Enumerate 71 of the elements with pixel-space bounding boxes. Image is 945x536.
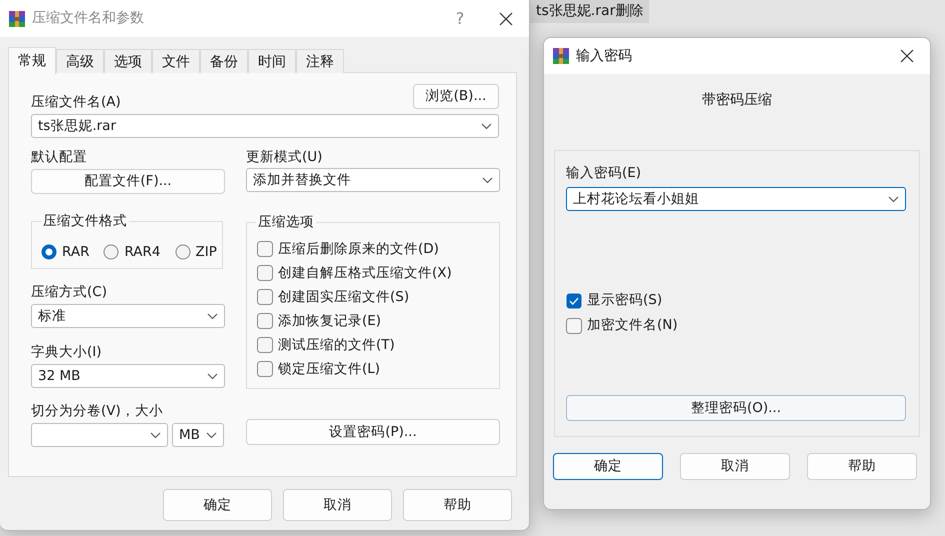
tab[interactable]: 选项 (104, 49, 152, 73)
group-title: 压缩文件格式 (41, 212, 129, 230)
dialog-button[interactable]: 确定 (553, 453, 663, 480)
field-label: 字典大小(I) (31, 344, 103, 361)
tab[interactable]: 注释 (296, 49, 344, 73)
checkbox-label: 加密文件名(N) (587, 317, 678, 334)
chevron-down-icon (206, 432, 217, 438)
window-title: 输入密码 (576, 46, 632, 66)
file-name-label: ts张思妮.rar删除 (530, 0, 650, 23)
help-button[interactable]: ? (437, 6, 483, 30)
checkbox[interactable] (257, 241, 273, 257)
field-label: 压缩文件名(A) (31, 94, 121, 111)
organize-button[interactable]: 整理密码(O)... (566, 395, 906, 421)
field-label: 默认配置 (31, 149, 88, 166)
book-stack-icon (8, 10, 26, 28)
dropdown-field[interactable]: ts张思妮.rar (31, 114, 499, 138)
radio-label: RAR (62, 244, 90, 260)
checkbox-label: 添加恢复记录(E) (278, 312, 382, 330)
radio-button[interactable] (41, 244, 57, 260)
field-label: 输入密码(E) (566, 165, 642, 182)
checkbox[interactable] (257, 313, 273, 329)
close-icon (499, 12, 513, 26)
chevron-down-icon (150, 432, 161, 438)
chevron-down-icon (207, 312, 218, 320)
chevron-down-icon (481, 122, 492, 130)
field-label: 切分为分卷(V)，大小 (31, 403, 164, 420)
tab[interactable]: 常规 (8, 47, 56, 74)
dialog-button[interactable]: 取消 (680, 453, 790, 480)
browse-button[interactable]: 浏览(B)... (413, 84, 499, 109)
chevron-down-icon (482, 176, 493, 184)
dialog-button[interactable]: 帮助 (807, 453, 917, 480)
checkbox[interactable] (257, 337, 273, 353)
dropdown-field[interactable]: 添加并替换文件 (246, 168, 500, 192)
dialog-button[interactable]: 帮助 (403, 489, 512, 521)
profile-button[interactable]: 配置文件(F)... (31, 169, 225, 194)
field-label: 压缩方式(C) (31, 284, 108, 301)
checkbox-label: 压缩后删除原来的文件(D) (278, 240, 439, 258)
book-stack-icon (552, 47, 570, 65)
dropdown-field[interactable]: 标准 (31, 304, 225, 328)
radio-button[interactable] (103, 244, 120, 260)
checkbox-label: 创建自解压格式压缩文件(X) (278, 264, 452, 282)
radio-label: ZIP (196, 244, 217, 260)
radio-label: RAR4 (124, 244, 160, 260)
checkbox-label: 锁定压缩文件(L) (278, 360, 380, 378)
dialog-button[interactable]: 确定 (163, 489, 272, 521)
dropdown-field[interactable]: 32 MB (31, 364, 225, 388)
checkbox[interactable] (566, 318, 582, 334)
tab[interactable]: 文件 (152, 49, 200, 73)
checkbox[interactable] (257, 361, 273, 377)
chevron-down-icon (207, 372, 218, 380)
tab[interactable]: 时间 (248, 49, 296, 73)
checkbox[interactable] (257, 289, 273, 305)
checkbox-label: 测试压缩的文件(T) (278, 336, 395, 354)
tab[interactable]: 高级 (56, 49, 104, 73)
radio-button[interactable] (174, 244, 190, 260)
checkbox-label: 显示密码(S) (587, 292, 662, 309)
checkbox[interactable] (257, 265, 273, 281)
close-icon (900, 49, 914, 63)
chevron-down-icon (888, 196, 899, 202)
group-title: 压缩选项 (256, 213, 316, 231)
field-label: 更新模式(U) (246, 149, 324, 166)
dropdown-field[interactable] (31, 423, 168, 447)
tab[interactable]: 备份 (200, 49, 248, 73)
dialog-button[interactable]: 取消 (283, 489, 392, 521)
window-title: 压缩文件名和参数 (32, 9, 144, 28)
checkbox-label: 创建固实压缩文件(S) (278, 288, 410, 306)
dialog-heading: 带密码压缩 (701, 91, 773, 110)
checkbox[interactable] (566, 292, 582, 308)
password-field[interactable]: 上村花论坛看小姐姐 (566, 187, 906, 211)
set-password-button[interactable]: 设置密码(P)... (246, 419, 500, 445)
dropdown-field[interactable]: MB (172, 423, 224, 447)
